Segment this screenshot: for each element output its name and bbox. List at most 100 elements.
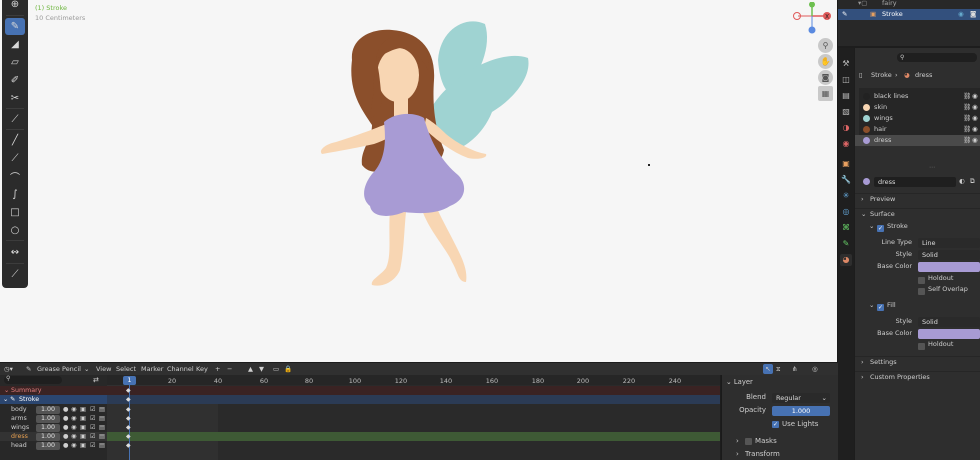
layer-opacity-field[interactable]: 1.00 <box>36 423 60 432</box>
layer-panel-header[interactable]: ⌄ Layer <box>726 378 753 386</box>
mask-icon[interactable]: ▤ <box>99 441 105 450</box>
lock-icon[interactable]: ⛓ <box>963 135 971 146</box>
lock-icon[interactable]: ⛓ <box>963 124 971 135</box>
outliner-row-fairy[interactable]: ▾▢ fairy <box>838 0 980 9</box>
eye-icon[interactable]: ◉ <box>71 441 77 450</box>
material-name-field[interactable]: dress <box>874 176 956 187</box>
eye-icon[interactable]: ◉ <box>972 135 978 146</box>
properties-search[interactable]: ⚲ <box>897 53 977 62</box>
mask-icon[interactable]: ▤ <box>99 432 105 441</box>
duplicate-icon[interactable]: ⧉ <box>970 176 975 187</box>
editor-type-icon[interactable]: ◷▾ <box>4 363 13 375</box>
lock-icon[interactable]: ▣ <box>80 423 86 432</box>
eye-icon[interactable]: ◉ <box>71 414 77 423</box>
eyedropper-tool[interactable]: ⟋ <box>5 111 25 128</box>
layer-opacity-field[interactable]: 1.00 <box>36 441 60 450</box>
onion-dot-icon[interactable]: ● <box>63 423 69 432</box>
panel-preview[interactable]: › Preview <box>855 193 980 204</box>
onion-dot-icon[interactable]: ● <box>63 432 69 441</box>
lock-icon[interactable]: ⛓ <box>963 102 971 113</box>
keyframe[interactable]: ◆ <box>126 415 131 422</box>
navigation-gizmo[interactable]: X <box>790 2 835 34</box>
layer-opacity-field[interactable]: 1.00 <box>36 432 60 441</box>
channel-search[interactable]: ⚲ <box>4 375 62 384</box>
mask-icon[interactable]: ▤ <box>99 423 105 432</box>
eye-icon[interactable]: ◉ <box>71 405 77 414</box>
camera-view-button[interactable]: ◙ <box>818 70 833 85</box>
layer-row[interactable]: body 1.00 ● ◉ ▣ ☑ ▤ <box>0 405 107 414</box>
snapping-icon[interactable]: ⋔ <box>792 363 797 375</box>
use-lights-checkbox[interactable]: ✓ <box>772 420 782 428</box>
measure-tool[interactable]: ⟋ <box>5 266 25 283</box>
material-slot-active[interactable]: dress ⛓ ◉ <box>855 135 980 146</box>
summary-row[interactable]: ⌄ Summary <box>0 386 107 395</box>
pan-button[interactable]: ✋ <box>818 54 833 69</box>
masks-checkbox[interactable] <box>745 437 755 445</box>
layer-row[interactable]: head 1.00 ● ◉ ▣ ☑ ▤ <box>0 441 107 450</box>
fill-enabled-checkbox[interactable]: ✓ <box>877 302 887 313</box>
checkbox-icon[interactable]: ☑ <box>90 405 96 414</box>
remove-layer-button[interactable]: − <box>227 363 232 375</box>
panel-settings[interactable]: › Settings <box>855 356 980 367</box>
subpanel-fill[interactable]: ⌄ ✓ Fill <box>855 300 980 311</box>
layer-opacity-field[interactable]: 1.00 <box>36 414 60 423</box>
curve-tool[interactable]: ∫ <box>5 186 25 203</box>
material-slot[interactable]: hair ⛓ ◉ <box>855 124 980 135</box>
material-slot[interactable]: wings ⛓ ◉ <box>855 113 980 124</box>
move-down-button[interactable]: ▼ <box>259 363 264 375</box>
tab-effects[interactable]: ✳ <box>840 190 852 202</box>
keyframe[interactable]: ◆ <box>126 442 131 449</box>
checkbox-icon[interactable]: ☑ <box>90 441 96 450</box>
checkbox-icon[interactable]: ☑ <box>90 432 96 441</box>
tab-output[interactable]: ▤ <box>840 90 852 102</box>
self-overlap-checkbox[interactable] <box>918 286 928 297</box>
zoom-button[interactable]: ⚲ <box>818 38 833 53</box>
pin-icon[interactable]: ▯ <box>859 70 863 81</box>
tab-world[interactable]: ◉ <box>840 138 852 150</box>
lock-icon[interactable]: 🔒 <box>284 363 292 375</box>
mask-icon[interactable]: ▤ <box>99 414 105 423</box>
polyline-tool[interactable]: ⟋ <box>5 150 25 167</box>
eye-icon[interactable]: ◉ <box>972 113 978 124</box>
eye-icon[interactable]: ◉ <box>972 102 978 113</box>
keyframe[interactable]: ◆ <box>126 433 131 440</box>
tab-tool[interactable]: ⚒ <box>840 58 852 70</box>
self-overlap-row[interactable]: Self Overlap <box>855 284 980 295</box>
eye-icon[interactable]: ◉ <box>972 124 978 135</box>
stroke-holdout-row[interactable]: Holdout <box>855 273 980 284</box>
isolate-icon[interactable]: ▭ <box>273 363 279 375</box>
tab-physics[interactable]: ◎ <box>840 206 852 218</box>
use-lights-row[interactable]: ✓ Use Lights <box>772 420 818 428</box>
onion-dot-icon[interactable]: ● <box>63 405 69 414</box>
subpanel-stroke[interactable]: ⌄ ✓ Stroke <box>855 221 980 232</box>
fill-holdout-row[interactable]: Holdout <box>855 339 980 350</box>
cutter-tool[interactable]: ✂ <box>5 90 25 107</box>
keyframe[interactable]: ◆ <box>126 396 131 403</box>
material-slot[interactable]: black lines ⛓ ◉ <box>855 91 980 102</box>
lock-icon[interactable]: ▣ <box>80 441 86 450</box>
tab-object[interactable]: ▣ <box>840 158 852 170</box>
menu-view[interactable]: View <box>96 363 111 375</box>
onion-dot-icon[interactable]: ● <box>63 441 69 450</box>
tab-material[interactable]: ◕ <box>840 254 852 266</box>
tab-render[interactable]: ◫ <box>840 74 852 86</box>
filter-icon[interactable]: ⧖ <box>776 363 781 375</box>
eye-icon[interactable]: ◉ <box>71 423 77 432</box>
tab-modifiers[interactable]: 🔧 <box>840 174 852 186</box>
menu-key[interactable]: Key <box>196 363 208 375</box>
keyframe[interactable]: ◆ <box>126 387 131 394</box>
perspective-toggle[interactable]: ▦ <box>818 86 833 101</box>
only-selected-toggle[interactable]: ↖ <box>763 364 773 374</box>
box-tool[interactable]: □ <box>5 204 25 221</box>
mode-dropdown[interactable]: Grease Pencil <box>37 363 81 375</box>
lock-icon[interactable]: ⛓ <box>963 113 971 124</box>
proportional-icon[interactable]: ◎ <box>812 363 818 375</box>
opacity-slider[interactable]: 1.000 <box>772 406 830 416</box>
interpolate-tool[interactable]: ↭ <box>5 244 25 261</box>
tab-data[interactable]: ✎ <box>840 238 852 250</box>
stroke-base-color-swatch[interactable] <box>918 261 980 272</box>
lock-icon[interactable]: ▣ <box>80 405 86 414</box>
fill-holdout-checkbox[interactable] <box>918 341 928 352</box>
circle-tool[interactable]: ○ <box>5 222 25 239</box>
tab-constraints[interactable]: ⌘ <box>840 222 852 234</box>
